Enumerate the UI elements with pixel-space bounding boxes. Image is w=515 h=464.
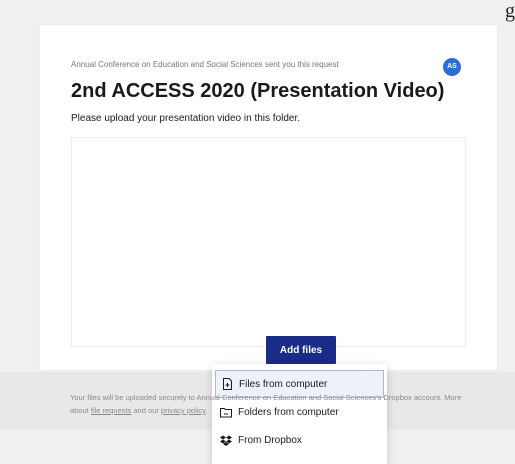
menu-item-label: Files from computer (239, 378, 328, 390)
file-icon (221, 378, 233, 390)
add-files-button[interactable]: Add files (266, 336, 336, 364)
corner-text: g (505, 0, 515, 22)
sender-text: Annual Conference on Education and Socia… (71, 60, 339, 69)
menu-item-label: From Dropbox (238, 434, 302, 446)
file-requests-link[interactable]: file requests (91, 406, 131, 415)
file-request-card: Annual Conference on Education and Socia… (40, 25, 497, 464)
dropbox-icon (220, 434, 232, 446)
upload-dropzone[interactable]: Add files Files from computer Folders fr… (71, 137, 466, 464)
menu-item-from-dropbox[interactable]: From Dropbox (215, 426, 384, 454)
footer-notice: Your files will be uploaded securely to … (70, 391, 470, 417)
page-title: 2nd ACCESS 2020 (Presentation Video) (71, 80, 445, 102)
page-subtitle: Please upload your presentation video in… (71, 113, 301, 124)
avatar[interactable]: AS (443, 58, 461, 76)
footer-text: and our (131, 406, 161, 415)
footer-text: . (205, 406, 208, 415)
privacy-policy-link[interactable]: privacy policy (161, 406, 205, 415)
